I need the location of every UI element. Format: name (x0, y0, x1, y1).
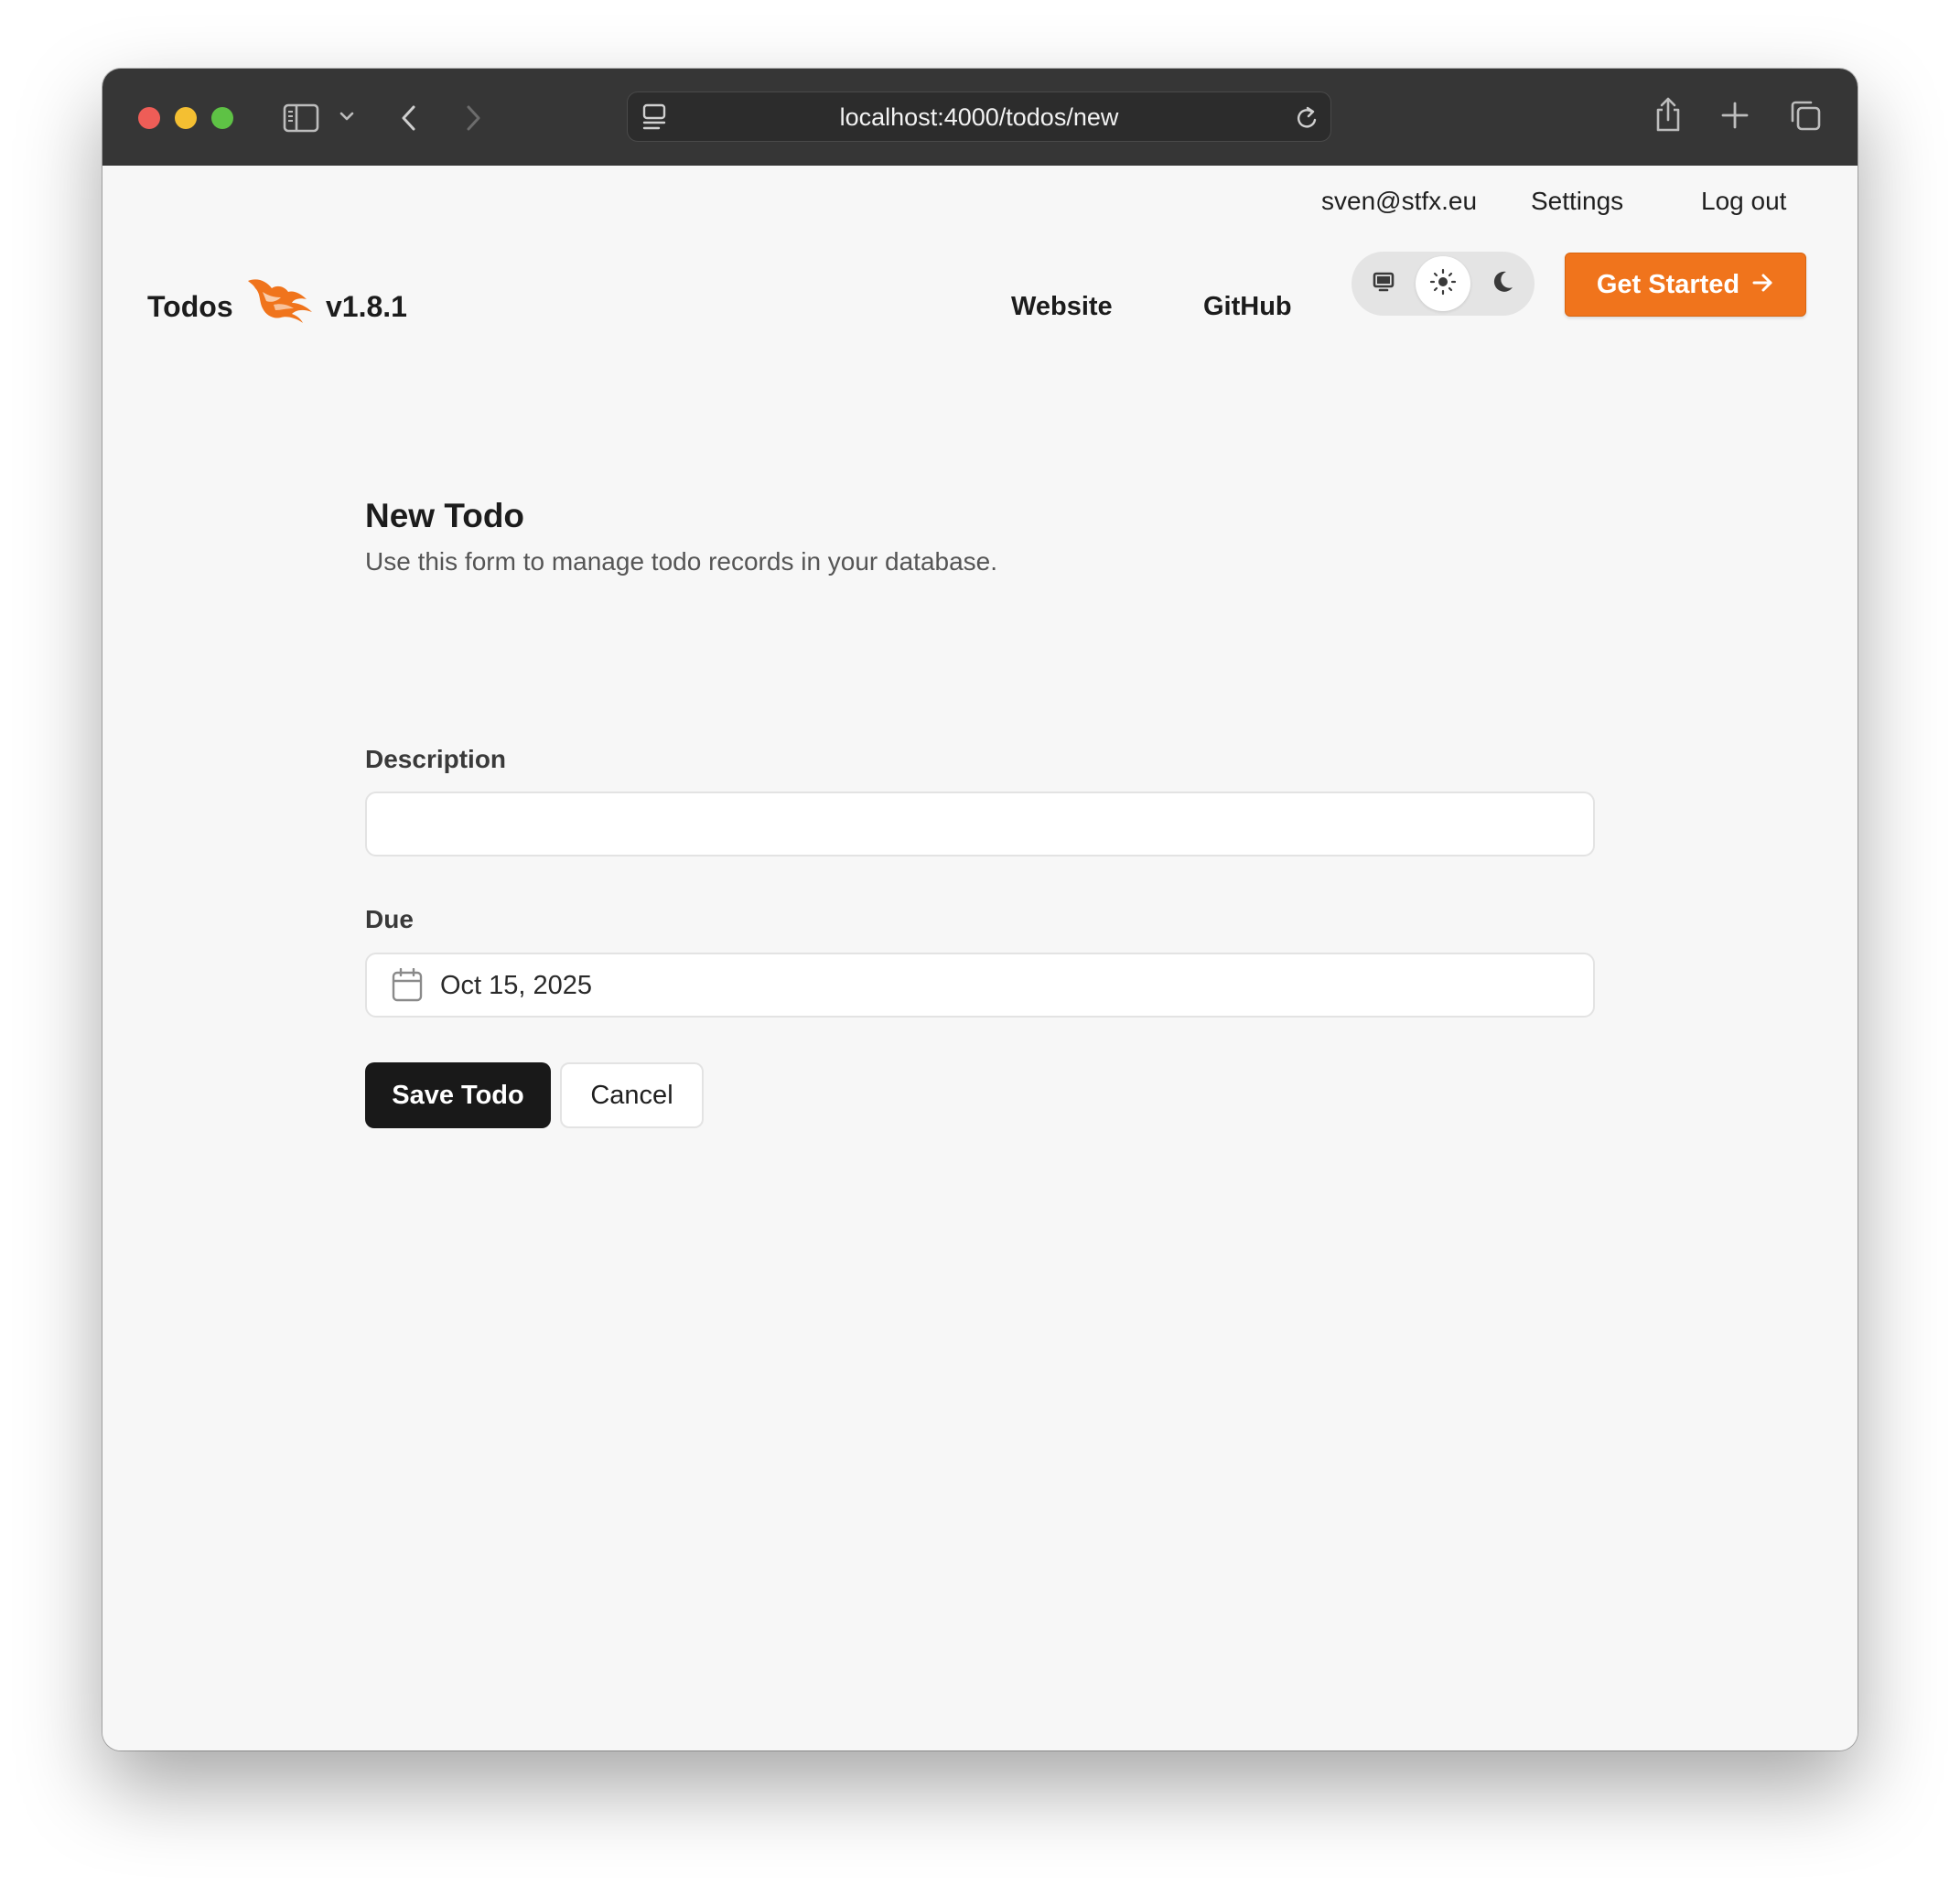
new-tab-icon[interactable] (1719, 100, 1750, 131)
page-content: sven@stfx.eu Settings Log out Todos v1.8… (102, 166, 1858, 1750)
settings-link[interactable]: Settings (1531, 186, 1623, 217)
sun-icon (1429, 268, 1457, 300)
forward-icon[interactable] (459, 100, 487, 136)
theme-toggle (1352, 252, 1535, 316)
share-icon[interactable] (1652, 94, 1685, 135)
save-todo-button[interactable]: Save Todo (365, 1062, 551, 1128)
description-input[interactable] (365, 792, 1595, 856)
phoenix-logo-icon (246, 275, 314, 325)
tab-overview-icon[interactable] (1788, 98, 1823, 133)
chevron-down-icon[interactable] (336, 105, 358, 127)
back-icon[interactable] (395, 100, 423, 136)
logout-link[interactable]: Log out (1701, 186, 1786, 217)
cancel-button[interactable]: Cancel (560, 1062, 704, 1128)
get-started-label: Get Started (1596, 269, 1740, 299)
brand-title[interactable]: Todos (147, 288, 233, 325)
version-label: v1.8.1 (326, 290, 407, 323)
browser-toolbar: localhost:4000/todos/new (102, 69, 1858, 167)
moon-icon (1490, 269, 1515, 299)
description-label: Description (365, 745, 507, 773)
due-label: Due (365, 905, 414, 933)
arrow-right-icon (1752, 270, 1774, 300)
github-link[interactable]: GitHub (1203, 291, 1292, 322)
monitor-icon (1372, 270, 1395, 298)
close-window-button[interactable] (138, 107, 160, 129)
theme-dark-button[interactable] (1475, 256, 1530, 311)
minimize-window-button[interactable] (175, 107, 197, 129)
due-date-input[interactable]: Oct 15, 2025 (365, 953, 1595, 1018)
calendar-icon (392, 967, 423, 1007)
website-link[interactable]: Website (1011, 291, 1113, 322)
sidebar-toggle-icon[interactable] (281, 100, 321, 136)
page-subtitle: Use this form to manage todo records in … (365, 547, 998, 576)
page-title: New Todo (365, 497, 525, 534)
due-date-value: Oct 15, 2025 (440, 971, 593, 1000)
url-text: localhost:4000/todos/new (839, 103, 1119, 131)
address-bar[interactable]: localhost:4000/todos/new (627, 92, 1331, 142)
reload-icon[interactable] (1294, 104, 1321, 132)
theme-light-button[interactable] (1416, 256, 1470, 311)
browser-window: localhost:4000/todos/new sven@stfx.eu Se… (102, 69, 1858, 1750)
get-started-button[interactable]: Get Started (1565, 253, 1806, 317)
user-email: sven@stfx.eu (1321, 187, 1478, 215)
theme-system-button[interactable] (1356, 256, 1411, 311)
zoom-window-button[interactable] (211, 107, 233, 129)
